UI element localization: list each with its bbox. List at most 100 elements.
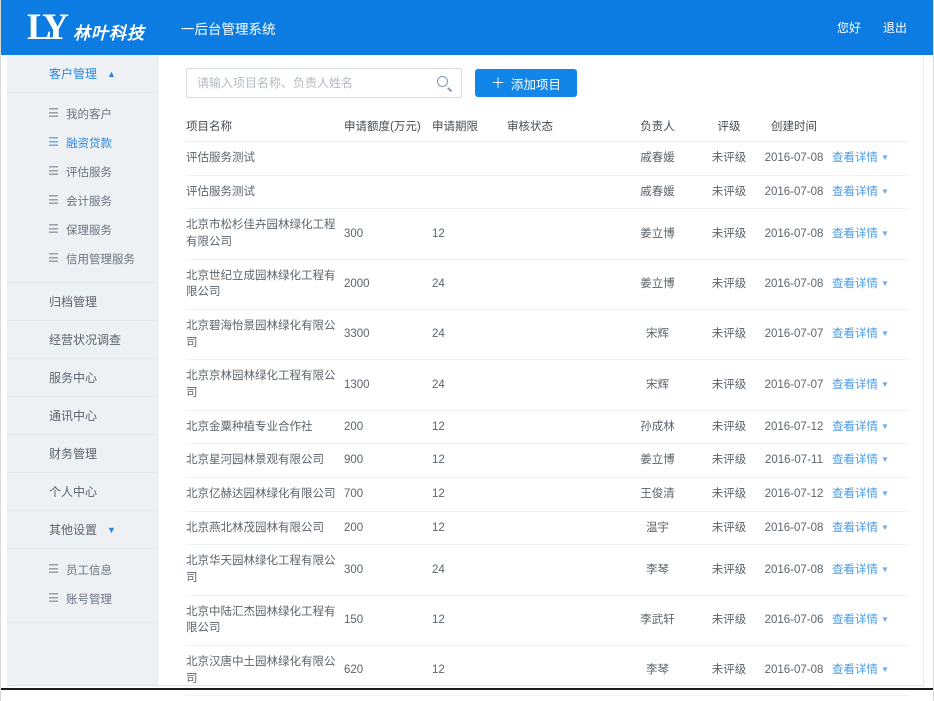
sidebar-item-label: 服务中心	[49, 369, 97, 386]
column-header: 审核状态	[507, 111, 617, 142]
action-cell: 查看详情▼	[832, 142, 908, 176]
rating-cell: 未评级	[702, 410, 760, 444]
owner-cell: 宋辉	[617, 360, 702, 410]
logout-link[interactable]: 退出	[883, 19, 907, 36]
table-row: 评估服务测试戚春媛未评级2016-07-08查看详情▼	[186, 175, 908, 209]
view-details-link[interactable]: 查看详情▼	[832, 664, 889, 676]
amount-cell: 900	[344, 444, 432, 478]
sidebar-item[interactable]: 个人中心	[7, 473, 157, 511]
project-name-cell: 北京星河园林景观有限公司	[186, 444, 344, 478]
rating-cell: 未评级	[702, 478, 760, 512]
rating-cell: 未评级	[702, 360, 760, 410]
sidebar-item[interactable]: 财务管理	[7, 435, 157, 473]
term-cell: 12	[432, 696, 507, 701]
chevron-down-icon: ▼	[881, 489, 889, 498]
sidebar-subitem-label: 账号管理	[66, 591, 112, 607]
chevron-up-icon: ▲	[107, 69, 116, 79]
view-details-link[interactable]: 查看详情▼	[832, 564, 889, 576]
search-input[interactable]	[186, 68, 462, 98]
rating-cell: 未评级	[702, 696, 760, 701]
chevron-down-icon: ▼	[881, 565, 889, 574]
sidebar-subitem[interactable]: 我的客户	[7, 99, 157, 128]
coins-icon	[49, 593, 58, 604]
project-name-cell: 北京燕北林茂园林有限公司	[186, 511, 344, 545]
coins-icon	[49, 224, 58, 235]
app-header: LY 林叶科技 一后台管理系统 您好 退出	[1, 0, 933, 55]
sidebar-subitem[interactable]: 会计服务	[7, 186, 157, 215]
view-details-link[interactable]: 查看详情▼	[832, 379, 889, 391]
rating-cell: 未评级	[702, 595, 760, 645]
status-cell	[507, 259, 617, 309]
action-cell: 查看详情▼	[832, 595, 908, 645]
sidebar-subitem[interactable]: 保理服务	[7, 215, 157, 244]
table-row: 北京华天园林绿化工程有限公司30024李琴未评级2016-07-08查看详情▼	[186, 545, 908, 595]
created-date-cell: 2016-07-08	[760, 209, 832, 259]
greeting-link[interactable]: 您好	[837, 19, 861, 36]
view-details-link[interactable]: 查看详情▼	[832, 488, 889, 500]
owner-cell: 孙成林	[617, 410, 702, 444]
view-details-link[interactable]: 查看详情▼	[832, 186, 889, 198]
add-project-button[interactable]: ＋ 添加项目	[475, 69, 577, 97]
project-name-cell: 北京亿赫达园林绿化有限公司	[186, 478, 344, 512]
sidebar-subitem[interactable]: 员工信息	[7, 555, 157, 584]
sidebar-item[interactable]: 归档管理	[7, 283, 157, 321]
action-cell: 查看详情▼	[832, 511, 908, 545]
project-name-cell: 北京市松杉佳卉园林绿化工程有限公司	[186, 209, 344, 259]
view-details-link[interactable]: 查看详情▼	[832, 614, 889, 626]
add-project-label: 添加项目	[511, 74, 561, 93]
view-details-link[interactable]: 查看详情▼	[832, 454, 889, 466]
created-date-cell: 2016-07-06	[760, 595, 832, 645]
created-date-cell: 2016-07-08	[760, 259, 832, 309]
sidebar-item[interactable]: 服务中心	[7, 359, 157, 397]
rating-cell: 未评级	[702, 444, 760, 478]
status-cell	[507, 545, 617, 595]
chevron-down-icon: ▼	[881, 455, 889, 464]
status-cell	[507, 696, 617, 701]
owner-cell: 戚春媛	[617, 142, 702, 176]
amount-cell: 150	[344, 595, 432, 645]
action-cell: 查看详情▼	[832, 410, 908, 444]
chevron-down-icon: ▼	[881, 229, 889, 238]
view-details-link[interactable]: 查看详情▼	[832, 152, 889, 164]
view-details-link[interactable]: 查看详情▼	[832, 228, 889, 240]
amount-cell: 300	[344, 545, 432, 595]
amount-cell: 300	[344, 209, 432, 259]
term-cell: 12	[432, 444, 507, 478]
sidebar-subitem[interactable]: 信用管理服务	[7, 244, 157, 273]
created-date-cell: 2016-07-07	[760, 310, 832, 360]
view-details-link[interactable]: 查看详情▼	[832, 522, 889, 534]
table-row: 北京燕北林茂园林有限公司20012温宇未评级2016-07-08查看详情▼	[186, 511, 908, 545]
sidebar-subitem-label: 评估服务	[66, 164, 112, 180]
table-row: 北京金粟种植专业合作社20012孙成林未评级2016-07-12查看详情▼	[186, 410, 908, 444]
rating-cell: 未评级	[702, 259, 760, 309]
sidebar-item-label: 通讯中心	[49, 407, 97, 424]
view-details-link[interactable]: 查看详情▼	[832, 421, 889, 433]
action-cell: 查看详情▼	[832, 209, 908, 259]
owner-cell: 戚春媛	[617, 175, 702, 209]
sidebar-item[interactable]: 经营状况调查	[7, 321, 157, 359]
sidebar-subitem-label: 保理服务	[66, 222, 112, 238]
sidebar-item[interactable]: 通讯中心	[7, 397, 157, 435]
sidebar-item[interactable]: 客户管理▲	[7, 55, 157, 93]
brand-logo: LY 林叶科技	[27, 9, 145, 46]
view-details-link[interactable]: 查看详情▼	[832, 278, 889, 290]
action-cell: 查看详情▼	[832, 545, 908, 595]
chevron-down-icon: ▼	[881, 153, 889, 162]
search-icon[interactable]	[436, 75, 453, 92]
sidebar-subitem[interactable]: 账号管理	[7, 584, 157, 613]
coins-icon	[49, 108, 58, 119]
created-date-cell: 2016-07-07	[760, 360, 832, 410]
view-details-link[interactable]: 查看详情▼	[832, 328, 889, 340]
created-date-cell: 2016-07-08	[760, 175, 832, 209]
plus-icon: ＋	[491, 76, 505, 90]
status-cell	[507, 360, 617, 410]
column-header: 创建时间	[760, 111, 832, 142]
created-date-cell: 2016-07-11	[760, 444, 832, 478]
search-box	[186, 68, 462, 98]
action-cell: 查看详情▼	[832, 259, 908, 309]
table-header: 项目名称申请额度(万元)申请期限审核状态负责人评级创建时间	[186, 111, 908, 142]
sidebar-subitem[interactable]: 融资贷款	[7, 128, 157, 157]
project-name-cell: 北京京林园林绿化工程有限公司	[186, 360, 344, 410]
sidebar-subitem[interactable]: 评估服务	[7, 157, 157, 186]
sidebar-item[interactable]: 其他设置▼	[7, 511, 157, 549]
